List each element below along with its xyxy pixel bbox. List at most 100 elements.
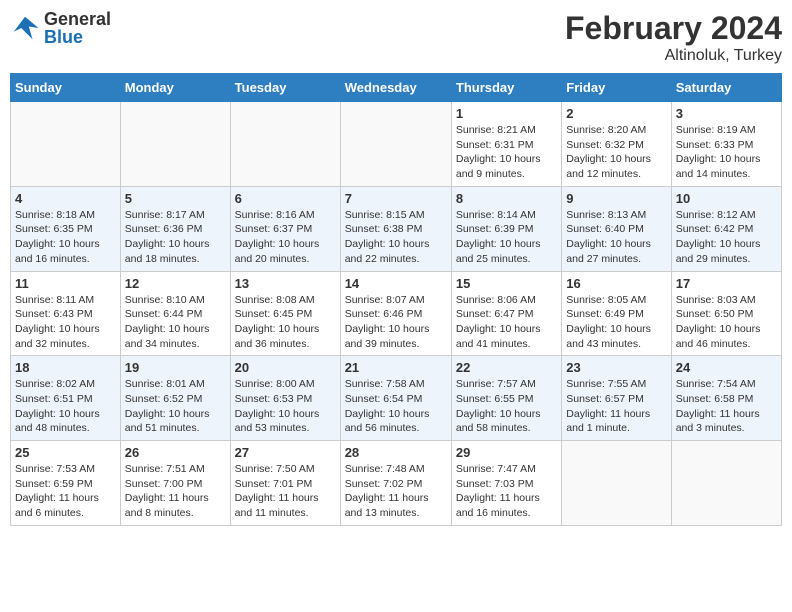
calendar-week-2: 4Sunrise: 8:18 AM Sunset: 6:35 PM Daylig… <box>11 186 782 271</box>
day-info: Sunrise: 8:18 AM Sunset: 6:35 PM Dayligh… <box>15 208 116 267</box>
calendar-cell: 27Sunrise: 7:50 AM Sunset: 7:01 PM Dayli… <box>230 441 340 526</box>
calendar-location: Altinoluk, Turkey <box>565 47 782 65</box>
day-info: Sunrise: 8:03 AM Sunset: 6:50 PM Dayligh… <box>676 293 777 352</box>
calendar-table: SundayMondayTuesdayWednesdayThursdayFrid… <box>10 73 782 526</box>
calendar-cell: 8 Sunrise: 8:14 AM Sunset: 6:39 PM Daylig… <box>451 186 561 271</box>
title-block: February 2024 Altinoluk, Turkey <box>565 10 782 65</box>
calendar-cell: 4Sunrise: 8:18 AM Sunset: 6:35 PM Daylig… <box>11 186 121 271</box>
day-info: Sunrise: 7:48 AM Sunset: 7:02 PM Dayligh… <box>345 462 447 521</box>
day-number: 3 <box>676 106 777 121</box>
day-info: Sunrise: 7:54 AM Sunset: 6:58 PM Dayligh… <box>676 377 777 436</box>
calendar-header-wednesday: Wednesday <box>340 74 451 102</box>
day-info: Sunrise: 8:11 AM Sunset: 6:43 PM Dayligh… <box>15 293 116 352</box>
day-number: 16 <box>566 276 666 291</box>
day-number: 7 <box>345 191 447 206</box>
calendar-cell: 13 Sunrise: 8:08 AM Sunset: 6:45 PM Dayli… <box>230 271 340 356</box>
logo-text: General Blue <box>44 10 111 46</box>
calendar-header-sunday: Sunday <box>11 74 121 102</box>
calendar-cell: 10Sunrise: 8:12 AM Sunset: 6:42 PM Dayli… <box>671 186 781 271</box>
calendar-cell: 14 Sunrise: 8:07 AM Sunset: 6:46 PM Dayli… <box>340 271 451 356</box>
day-number: 1 <box>456 106 557 121</box>
day-info: Sunrise: 8:13 AM Sunset: 6:40 PM Dayligh… <box>566 208 666 267</box>
day-info: Sunrise: 8:19 AM Sunset: 6:33 PM Dayligh… <box>676 123 777 182</box>
calendar-cell: 15Sunrise: 8:06 AM Sunset: 6:47 PM Dayli… <box>451 271 561 356</box>
logo-icon <box>10 13 40 43</box>
calendar-cell: 3 Sunrise: 8:19 AM Sunset: 6:33 PM Daylig… <box>671 102 781 187</box>
day-info: Sunrise: 8:00 AM Sunset: 6:53 PM Dayligh… <box>235 377 336 436</box>
day-number: 5 <box>125 191 226 206</box>
calendar-cell <box>120 102 230 187</box>
calendar-cell <box>562 441 671 526</box>
day-info: Sunrise: 7:57 AM Sunset: 6:55 PM Dayligh… <box>456 377 557 436</box>
calendar-cell: 21Sunrise: 7:58 AM Sunset: 6:54 PM Dayli… <box>340 356 451 441</box>
calendar-cell <box>230 102 340 187</box>
day-number: 22 <box>456 360 557 375</box>
calendar-cell: 5 Sunrise: 8:17 AM Sunset: 6:36 PM Daylig… <box>120 186 230 271</box>
calendar-header-row: SundayMondayTuesdayWednesdayThursdayFrid… <box>11 74 782 102</box>
day-info: Sunrise: 8:16 AM Sunset: 6:37 PM Dayligh… <box>235 208 336 267</box>
day-info: Sunrise: 7:55 AM Sunset: 6:57 PM Dayligh… <box>566 377 666 436</box>
day-number: 18 <box>15 360 116 375</box>
day-info: Sunrise: 8:02 AM Sunset: 6:51 PM Dayligh… <box>15 377 116 436</box>
calendar-cell: 6 Sunrise: 8:16 AM Sunset: 6:37 PM Daylig… <box>230 186 340 271</box>
day-info: Sunrise: 8:21 AM Sunset: 6:31 PM Dayligh… <box>456 123 557 182</box>
day-info: Sunrise: 8:05 AM Sunset: 6:49 PM Dayligh… <box>566 293 666 352</box>
day-number: 9 <box>566 191 666 206</box>
calendar-cell: 12 Sunrise: 8:10 AM Sunset: 6:44 PM Dayli… <box>120 271 230 356</box>
calendar-week-1: 1 Sunrise: 8:21 AM Sunset: 6:31 PM Daylig… <box>11 102 782 187</box>
calendar-cell: 22 Sunrise: 7:57 AM Sunset: 6:55 PM Dayli… <box>451 356 561 441</box>
day-info: Sunrise: 8:01 AM Sunset: 6:52 PM Dayligh… <box>125 377 226 436</box>
calendar-header-saturday: Saturday <box>671 74 781 102</box>
calendar-week-4: 18 Sunrise: 8:02 AM Sunset: 6:51 PM Dayli… <box>11 356 782 441</box>
day-number: 20 <box>235 360 336 375</box>
calendar-cell: 25 Sunrise: 7:53 AM Sunset: 6:59 PM Dayli… <box>11 441 121 526</box>
day-number: 27 <box>235 445 336 460</box>
calendar-cell <box>340 102 451 187</box>
calendar-cell: 20 Sunrise: 8:00 AM Sunset: 6:53 PM Dayli… <box>230 356 340 441</box>
calendar-cell: 19 Sunrise: 8:01 AM Sunset: 6:52 PM Dayli… <box>120 356 230 441</box>
calendar-cell: 9 Sunrise: 8:13 AM Sunset: 6:40 PM Daylig… <box>562 186 671 271</box>
logo-general: General <box>44 10 111 28</box>
day-info: Sunrise: 8:17 AM Sunset: 6:36 PM Dayligh… <box>125 208 226 267</box>
day-info: Sunrise: 7:51 AM Sunset: 7:00 PM Dayligh… <box>125 462 226 521</box>
day-number: 14 <box>345 276 447 291</box>
day-number: 11 <box>15 276 116 291</box>
day-info: Sunrise: 7:47 AM Sunset: 7:03 PM Dayligh… <box>456 462 557 521</box>
calendar-cell: 17 Sunrise: 8:03 AM Sunset: 6:50 PM Dayli… <box>671 271 781 356</box>
calendar-header-monday: Monday <box>120 74 230 102</box>
day-info: Sunrise: 7:53 AM Sunset: 6:59 PM Dayligh… <box>15 462 116 521</box>
day-number: 8 <box>456 191 557 206</box>
calendar-week-3: 11 Sunrise: 8:11 AM Sunset: 6:43 PM Dayli… <box>11 271 782 356</box>
day-number: 17 <box>676 276 777 291</box>
day-info: Sunrise: 8:20 AM Sunset: 6:32 PM Dayligh… <box>566 123 666 182</box>
calendar-cell: 18 Sunrise: 8:02 AM Sunset: 6:51 PM Dayli… <box>11 356 121 441</box>
calendar-cell: 28 Sunrise: 7:48 AM Sunset: 7:02 PM Dayli… <box>340 441 451 526</box>
day-number: 28 <box>345 445 447 460</box>
day-info: Sunrise: 8:06 AM Sunset: 6:47 PM Dayligh… <box>456 293 557 352</box>
day-info: Sunrise: 8:15 AM Sunset: 6:38 PM Dayligh… <box>345 208 447 267</box>
calendar-cell: 24 Sunrise: 7:54 AM Sunset: 6:58 PM Dayli… <box>671 356 781 441</box>
day-number: 25 <box>15 445 116 460</box>
day-number: 21 <box>345 360 447 375</box>
day-number: 6 <box>235 191 336 206</box>
day-number: 2 <box>566 106 666 121</box>
page-header: General Blue February 2024 Altinoluk, Tu… <box>10 10 782 65</box>
day-number: 24 <box>676 360 777 375</box>
day-info: Sunrise: 8:14 AM Sunset: 6:39 PM Dayligh… <box>456 208 557 267</box>
calendar-cell <box>671 441 781 526</box>
day-info: Sunrise: 8:07 AM Sunset: 6:46 PM Dayligh… <box>345 293 447 352</box>
day-number: 29 <box>456 445 557 460</box>
day-info: Sunrise: 8:10 AM Sunset: 6:44 PM Dayligh… <box>125 293 226 352</box>
calendar-cell: 7 Sunrise: 8:15 AM Sunset: 6:38 PM Daylig… <box>340 186 451 271</box>
calendar-header-thursday: Thursday <box>451 74 561 102</box>
calendar-cell: 11 Sunrise: 8:11 AM Sunset: 6:43 PM Dayli… <box>11 271 121 356</box>
day-number: 12 <box>125 276 226 291</box>
day-number: 19 <box>125 360 226 375</box>
calendar-cell <box>11 102 121 187</box>
day-info: Sunrise: 8:08 AM Sunset: 6:45 PM Dayligh… <box>235 293 336 352</box>
calendar-header-friday: Friday <box>562 74 671 102</box>
calendar-cell: 16 Sunrise: 8:05 AM Sunset: 6:49 PM Dayli… <box>562 271 671 356</box>
day-number: 10 <box>676 191 777 206</box>
logo: General Blue <box>10 10 111 46</box>
day-number: 13 <box>235 276 336 291</box>
